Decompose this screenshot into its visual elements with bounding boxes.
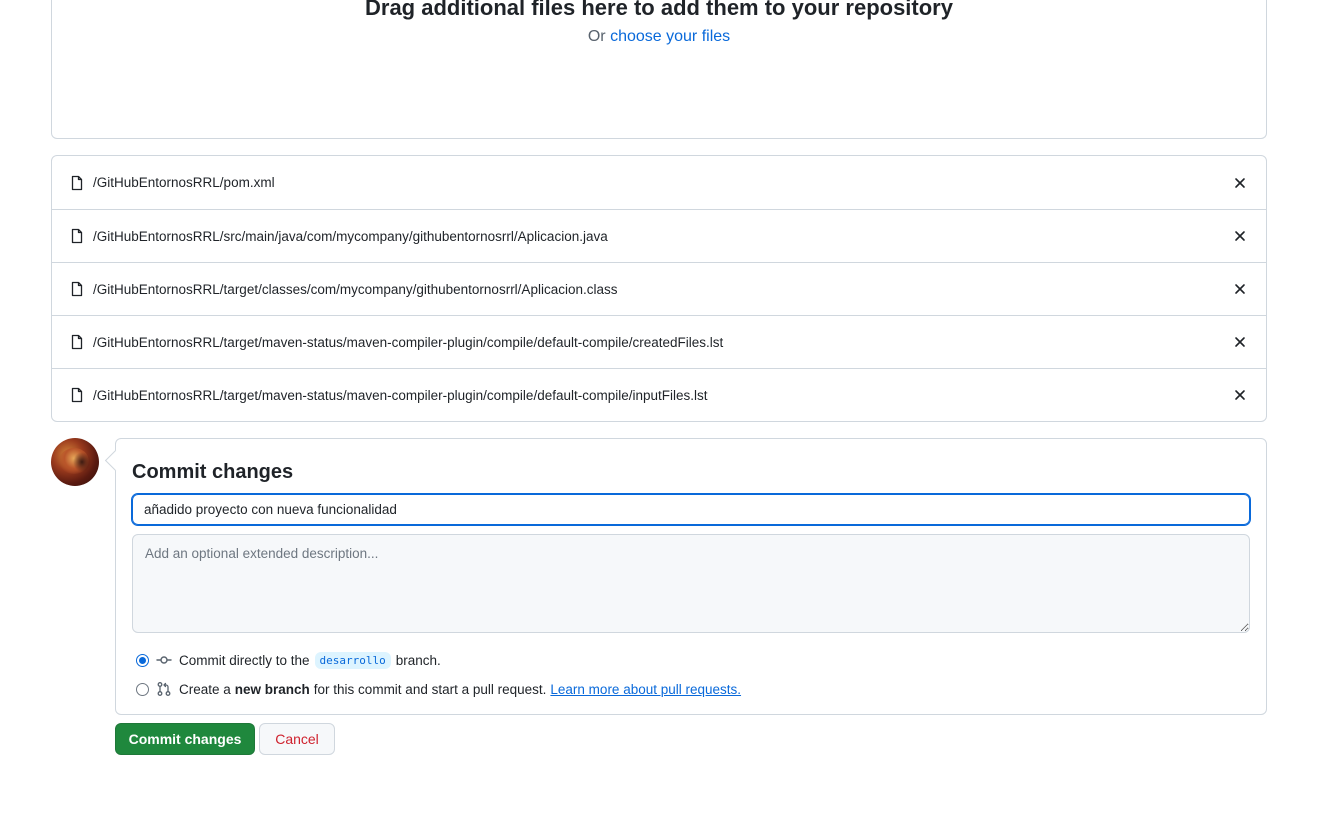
commit-title: Commit changes — [132, 461, 294, 483]
remove-file-icon[interactable] — [1232, 387, 1248, 403]
file-icon — [69, 228, 85, 244]
file-path: /GitHubEntornosRRL/target/classes/com/my… — [93, 281, 618, 297]
staged-file-list: /GitHubEntornosRRL/pom.xml /GitHubEntorn… — [51, 155, 1267, 422]
dropzone-subtitle: Or choose your files — [52, 27, 1266, 47]
choose-files-link[interactable]: choose your files — [610, 28, 730, 45]
file-icon — [69, 175, 85, 191]
commit-description-textarea[interactable] — [132, 534, 1250, 633]
file-row: /GitHubEntornosRRL/src/main/java/com/myc… — [52, 209, 1266, 262]
commit-direct-radio[interactable] — [136, 653, 149, 667]
file-path: /GitHubEntornosRRL/target/maven-status/m… — [93, 387, 708, 403]
git-commit-icon — [156, 652, 172, 668]
file-row: /GitHubEntornosRRL/target/maven-status/m… — [52, 315, 1266, 368]
branch-name-badge: desarrollo — [314, 651, 391, 669]
new-branch-prefix: Create a — [179, 681, 231, 697]
commit-panel: Commit changes Commit directly to the de… — [115, 438, 1267, 715]
file-row: /GitHubEntornosRRL/pom.xml — [52, 156, 1266, 209]
file-path: /GitHubEntornosRRL/src/main/java/com/myc… — [93, 228, 608, 244]
user-avatar[interactable] — [51, 438, 99, 486]
file-icon — [69, 387, 85, 403]
file-icon — [69, 281, 85, 297]
learn-more-pull-requests-link[interactable]: Learn more about pull requests. — [550, 682, 741, 697]
new-branch-bold: new branch — [234, 681, 310, 697]
cancel-button[interactable]: Cancel — [259, 723, 335, 755]
new-branch-suffix: for this commit and start a pull request… — [313, 681, 547, 697]
new-branch-radio[interactable] — [136, 682, 149, 696]
dropzone-title: Drag additional files here to add them t… — [365, 0, 953, 20]
file-icon — [69, 334, 85, 350]
git-pull-request-icon — [156, 681, 172, 697]
new-branch-option[interactable]: Create a new branch for this commit and … — [136, 679, 741, 699]
remove-file-icon[interactable] — [1232, 175, 1248, 191]
remove-file-icon[interactable] — [1232, 228, 1248, 244]
remove-file-icon[interactable] — [1232, 281, 1248, 297]
file-dropzone[interactable]: Drag additional files here to add them t… — [51, 0, 1267, 139]
commit-direct-prefix: Commit directly to the — [179, 652, 310, 668]
dropzone-or-text: Or — [587, 28, 606, 45]
file-row: /GitHubEntornosRRL/target/classes/com/my… — [52, 262, 1266, 315]
file-path: /GitHubEntornosRRL/pom.xml — [93, 175, 275, 190]
file-path: /GitHubEntornosRRL/target/maven-status/m… — [93, 334, 724, 350]
commit-direct-option[interactable]: Commit directly to the desarrollo branch… — [136, 650, 441, 670]
file-row: /GitHubEntornosRRL/target/maven-status/m… — [52, 368, 1266, 421]
commit-direct-suffix: branch. — [395, 652, 441, 668]
commit-summary-input[interactable] — [131, 493, 1251, 526]
commit-changes-button[interactable]: Commit changes — [115, 723, 255, 755]
remove-file-icon[interactable] — [1232, 334, 1248, 350]
